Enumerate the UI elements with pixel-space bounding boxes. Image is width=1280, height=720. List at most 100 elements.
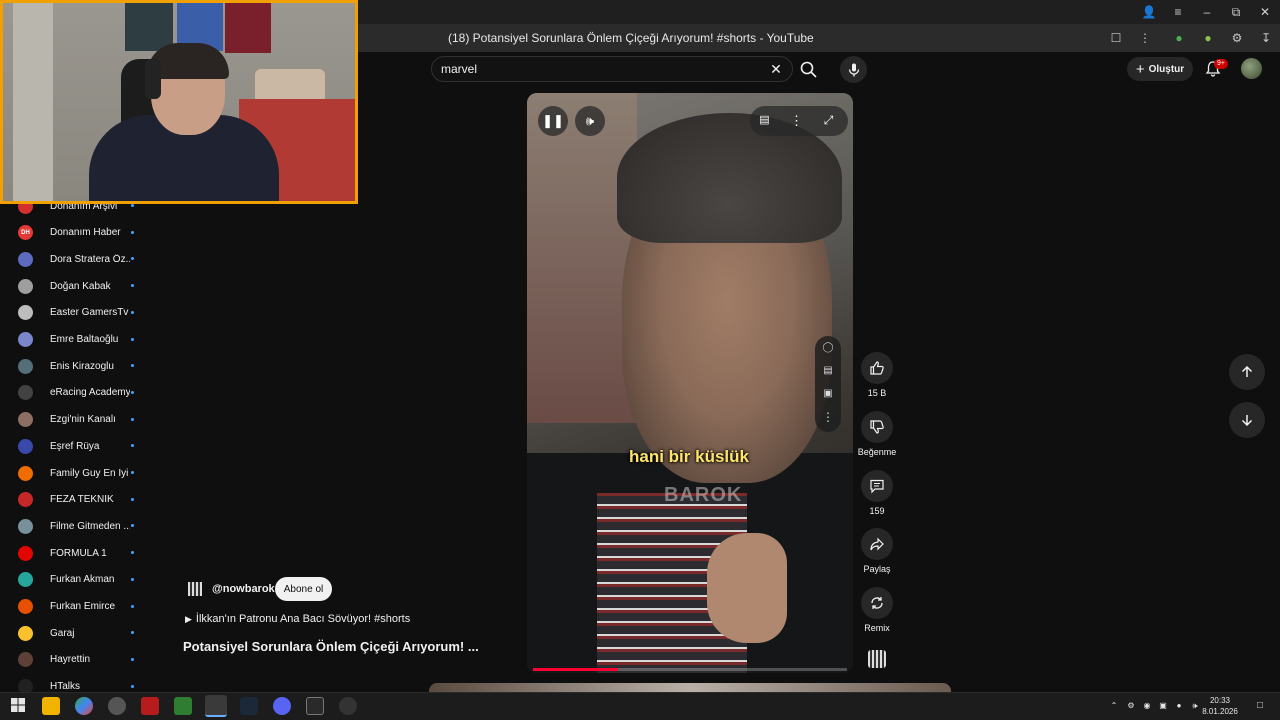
- subscribe-button[interactable]: Abone ol: [275, 577, 332, 601]
- sidebar-channel-item[interactable]: Easter GamersTv: [18, 303, 148, 323]
- more-options-icon[interactable]: ⋮: [1137, 30, 1153, 46]
- profile-icon[interactable]: 👤: [1141, 4, 1157, 20]
- dislike-label: Beğenme: [857, 447, 897, 457]
- sidebar-channel-label: Easter GamersTv: [50, 307, 129, 319]
- discord-icon[interactable]: [273, 697, 291, 715]
- store-icon[interactable]: [174, 697, 192, 715]
- notification-center-icon[interactable]: □: [1253, 700, 1267, 711]
- channel-avatar: [18, 278, 33, 294]
- settings-app-icon[interactable]: [108, 697, 126, 715]
- microphone-icon[interactable]: ●: [1173, 701, 1185, 710]
- thumbs-up-icon: [870, 361, 884, 375]
- sidebar-channel-item[interactable]: Enis Kirazoglu: [18, 356, 148, 376]
- sidebar-channel-item[interactable]: Furkan Akman: [18, 570, 148, 590]
- clock-date[interactable]: 8.01.2026: [1200, 707, 1240, 716]
- sidebar-channel-label: FEZA TEKNIK: [50, 494, 114, 506]
- file-explorer-icon[interactable]: [42, 697, 60, 715]
- yandex-browser-icon[interactable]: [205, 695, 227, 717]
- sidebar-channel-item[interactable]: Furkan Emirce: [18, 597, 148, 617]
- play-icon: ▶: [185, 614, 192, 624]
- chevron-up-icon[interactable]: ⌃: [1108, 701, 1120, 710]
- pause-icon[interactable]: ❚❚: [538, 106, 568, 136]
- video-title[interactable]: Potansiyel Sorunlara Önlem Çiçeği Arıyor…: [183, 639, 479, 654]
- create-button[interactable]: + Oluştur: [1127, 57, 1193, 81]
- remix-button[interactable]: [861, 587, 893, 619]
- sidebar-channel-label: Family Guy En İyi K...: [50, 467, 130, 479]
- arrow-down-icon: [1241, 415, 1253, 427]
- sidebar-channel-label: Furkan Emirce: [50, 601, 116, 612]
- channel-avatar[interactable]: [868, 650, 886, 668]
- new-content-dot: [131, 497, 134, 501]
- picture-in-picture-icon[interactable]: ▣: [820, 386, 836, 402]
- channel-icon[interactable]: [188, 582, 202, 596]
- sidebar-channel-item[interactable]: Emre Baltaoğlu: [18, 330, 148, 350]
- sidebar-channel-item[interactable]: Eşref Rüya: [18, 436, 148, 456]
- clear-search-icon[interactable]: ✕: [768, 61, 784, 77]
- search-input[interactable]: [431, 56, 793, 82]
- new-content-dot: [131, 337, 134, 341]
- network-icon[interactable]: ▣: [1157, 701, 1169, 710]
- sidebar-channel-label: Ezgi'nin Kanalı: [50, 414, 116, 426]
- clock-time[interactable]: 20:33: [1200, 696, 1240, 705]
- shorts-video-player[interactable]: [527, 93, 853, 673]
- share-button[interactable]: [861, 528, 893, 560]
- extension-icon[interactable]: ●: [1200, 30, 1216, 46]
- yandex-icon[interactable]: ◯: [820, 340, 836, 356]
- sidebar-channel-item[interactable]: DH Donanım Haber: [18, 223, 148, 243]
- search-icon[interactable]: [800, 61, 817, 78]
- sidebar-channel-item[interactable]: Dora Stratera Öz...: [18, 249, 148, 269]
- sidebar-channel-item[interactable]: FEZA TEKNIK: [18, 490, 148, 510]
- sidebar-channel-item[interactable]: Family Guy En İyi K...: [18, 463, 148, 483]
- panel-more-icon[interactable]: ⋮: [820, 409, 836, 425]
- subtitles-icon[interactable]: ▤: [820, 363, 836, 379]
- extension-icon[interactable]: ●: [1171, 30, 1187, 46]
- menu-icon[interactable]: ≡: [1170, 4, 1186, 20]
- sidebar-channel-item[interactable]: Hayrettin: [18, 650, 148, 670]
- epic-games-icon[interactable]: [306, 697, 324, 715]
- channel-avatar: [18, 652, 33, 668]
- app-icon[interactable]: [141, 697, 159, 715]
- fullscreen-icon[interactable]: ⤢: [820, 112, 837, 129]
- voice-search-icon[interactable]: [840, 56, 867, 83]
- share-icon: [870, 537, 884, 551]
- channel-avatar: [18, 385, 33, 401]
- minimize-icon[interactable]: –: [1199, 4, 1215, 20]
- new-content-dot: [131, 631, 134, 635]
- sidebar-channel-item[interactable]: Garaj: [18, 623, 148, 643]
- tray-icon[interactable]: ⚙: [1125, 701, 1137, 710]
- volume-icon[interactable]: 🕪: [575, 106, 605, 136]
- new-content-dot: [131, 284, 134, 288]
- extensions-puzzle-icon[interactable]: ⚙: [1229, 30, 1245, 46]
- dislike-button[interactable]: [861, 411, 893, 443]
- steam-icon[interactable]: [240, 697, 258, 715]
- windows-taskbar: [0, 692, 1280, 720]
- playlist-link[interactable]: ▶ İlkkan'ın Patronu Ana Bacı Sövüyor! #sh…: [185, 613, 410, 625]
- previous-short-button[interactable]: [1229, 354, 1265, 390]
- sidebar-channel-label: eRacing Academy: [50, 387, 130, 399]
- sidebar-channel-item[interactable]: eRacing Academy: [18, 383, 148, 403]
- like-button[interactable]: [861, 352, 893, 384]
- remix-label: Remix: [864, 623, 890, 633]
- sidebar-channel-label: Dora Stratera Öz...: [50, 253, 130, 265]
- channel-handle[interactable]: @nowbarok: [212, 583, 275, 595]
- comments-button[interactable]: [861, 470, 893, 502]
- captions-icon[interactable]: ▤: [756, 112, 773, 129]
- next-short-button[interactable]: [1229, 402, 1265, 438]
- webcam-overlay: [0, 0, 358, 204]
- video-more-icon[interactable]: ⋮: [788, 112, 805, 129]
- restore-icon[interactable]: ⧉: [1228, 4, 1244, 20]
- account-avatar[interactable]: [1241, 58, 1262, 79]
- sidebar-channel-item[interactable]: FORMULA 1: [18, 543, 148, 563]
- chrome-icon[interactable]: [75, 697, 93, 715]
- app-icon[interactable]: [339, 697, 357, 715]
- close-window-icon[interactable]: ✕: [1257, 4, 1273, 20]
- download-icon[interactable]: ↧: [1258, 30, 1274, 46]
- sidebar-channel-item[interactable]: Ezgi'nin Kanalı: [18, 410, 148, 430]
- tray-icon[interactable]: ◉: [1141, 701, 1153, 710]
- sidebar-channel-item[interactable]: Filme Gitmeden ...: [18, 516, 148, 536]
- video-watermark: BAROK: [664, 484, 743, 506]
- windows-start-icon[interactable]: [11, 698, 25, 712]
- sidebar-channel-item[interactable]: Doğan Kabak: [18, 276, 148, 296]
- new-content-dot: [131, 390, 134, 394]
- bookmark-icon[interactable]: ☐: [1108, 30, 1124, 46]
